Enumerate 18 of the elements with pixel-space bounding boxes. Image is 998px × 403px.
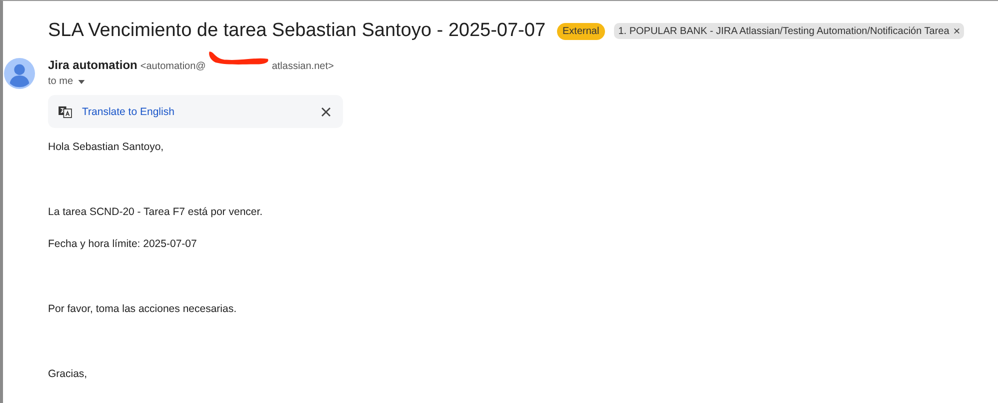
recipient-dropdown[interactable]: to me	[48, 76, 334, 87]
external-badge: External	[556, 22, 606, 40]
body-paragraph: Por favor, toma las acciones necesarias.	[48, 302, 238, 316]
body-paragraph: Gracias,	[48, 367, 88, 381]
sender-name: Jira automation	[48, 58, 138, 72]
translate-icon	[58, 106, 72, 118]
body-paragraph: La tarea SCND-20 - Tarea F7 está por vencer.	[48, 205, 264, 219]
label-text: 1. POPULAR BANK - JIRA Atlassian/Testing Automation/Notificación Tarea	[618, 26, 950, 36]
remove-label-button[interactable]: ×	[953, 25, 960, 37]
caret-icon	[78, 80, 86, 84]
email-subject: SLA Vencimiento de tarea Sebastian Santoyo - 2025-07-07	[48, 20, 546, 42]
close-button[interactable]	[321, 106, 331, 116]
sender-email: <automation@	[140, 61, 206, 72]
translate-link[interactable]: Translate to English	[82, 106, 321, 118]
avatar-icon	[4, 58, 35, 89]
sender-email: atlassian.net>	[272, 61, 334, 72]
body-paragraph: Fecha y hora límite: 2025-07-07	[48, 237, 198, 251]
body-paragraph: Hola Sebastian Santoyo,	[48, 140, 165, 154]
